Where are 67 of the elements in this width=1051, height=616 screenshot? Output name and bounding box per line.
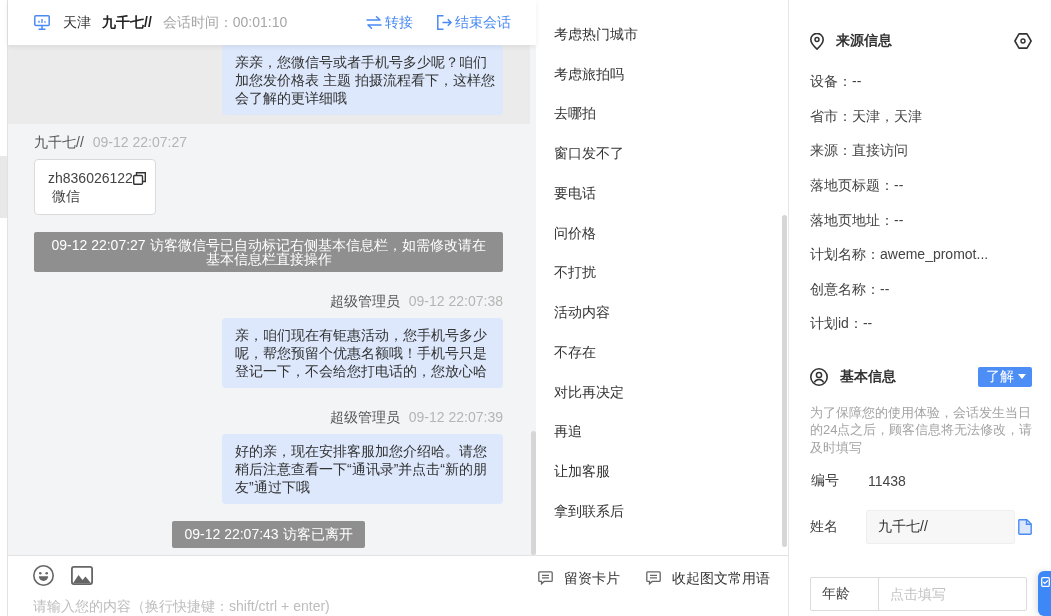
contact-type: 微信 [51, 187, 80, 205]
toolbar-button[interactable]: 收起图文常用语 [646, 568, 770, 588]
quick-reply-item[interactable]: 拿到联系后 [536, 492, 788, 532]
quick-reply-item[interactable]: 不打扰 [536, 253, 788, 294]
transfer-button[interactable]: 转接 [366, 13, 413, 32]
field-label: 编号 [811, 472, 840, 491]
floating-button[interactable] [1038, 571, 1051, 616]
speech-bubble-icon [538, 571, 553, 585]
scrollbar-thumb[interactable] [531, 431, 536, 555]
hexagon-icon[interactable] [1014, 33, 1032, 49]
scrollbar-thumb[interactable] [782, 215, 787, 547]
user-circle-icon [810, 367, 828, 386]
quick-reply-item[interactable]: 窗口发不了 [536, 134, 788, 174]
field-value: 11438 [868, 473, 906, 490]
caret-icon [1018, 374, 1026, 380]
visitor-name: 九千七// [102, 13, 152, 32]
section-title: 基本信息 [840, 367, 896, 386]
sender-name: 超级管理员 [329, 292, 400, 310]
info-row-text: 创意名称：-- [810, 280, 890, 299]
quick-reply-item[interactable]: 不存在 [536, 333, 788, 373]
speech-bubble-icon [646, 571, 661, 585]
document-icon[interactable] [1018, 519, 1032, 536]
info-row-text: 落地页地址：-- [810, 211, 904, 230]
message-bubble: 亲，咱们现在有钜惠活动，您手机号多少呢，帮您预留个优惠名额哦！手机号只是登记一下，不会给您打电话的，您放心哈 [222, 318, 503, 388]
info-row-text: 计划id：-- [810, 315, 873, 334]
contact-id: zh836026122 [48, 169, 133, 187]
emoji-icon[interactable] [33, 565, 54, 586]
info-notice: 为了保障您的使用体验，会话发生当日的24点之后，顾客信息将无法修改，请及时填写 [810, 403, 1034, 457]
transfer-icon [366, 16, 382, 29]
message-time: 09-12 22:07:39 [408, 408, 503, 426]
end-session-button[interactable]: 结束会话 [437, 13, 511, 32]
system-status: 09-12 22:07:43 访客已离开 [172, 521, 365, 548]
exit-icon [437, 15, 452, 30]
info-row-text: 来源：直接访问 [810, 142, 908, 161]
quick-reply-item[interactable]: 对比再决定 [536, 372, 788, 413]
toolbar-button[interactable]: 留资卡片 [538, 568, 620, 588]
sender-name: 九千七// [34, 133, 84, 151]
section-title: 来源信息 [836, 32, 892, 50]
info-row-text: 设备：-- [810, 73, 862, 92]
quick-reply-item[interactable]: 让加客服 [536, 452, 788, 492]
field-label: 年龄 [822, 585, 851, 604]
name-input[interactable]: 九千七// [866, 510, 1015, 545]
text-input[interactable]: 点击填写 [878, 577, 1027, 612]
copy-icon[interactable] [132, 171, 146, 185]
quick-reply-item[interactable]: 再追 [536, 412, 788, 453]
image-icon[interactable] [71, 566, 93, 585]
message-time: 09-12 22:07:38 [408, 292, 503, 310]
system-notice: 09-12 22:07:27 访客微信号已自动标记右侧基本信息栏，如需修改请在基本信息栏直接操作 [34, 232, 503, 272]
info-row-text: 落地页标题：-- [810, 177, 904, 196]
message-time: 09-12 22:07:27 [92, 133, 187, 151]
message-bubble: 好的亲，现在安排客服加您介绍哈。请您稍后注意查看一下“通讯录”并点击“新的朋友”通过下哦 [222, 434, 503, 504]
info-row-text: 省市：天津，天津 [810, 107, 922, 126]
quick-reply-item[interactable]: 活动内容 [536, 293, 788, 333]
info-row-text: 计划名称：aweme_promot... [810, 246, 989, 265]
location-pin-icon [810, 32, 824, 50]
quick-reply-item[interactable]: 要电话 [536, 174, 788, 214]
monitor-icon [34, 15, 50, 30]
field-label: 姓名 [810, 518, 839, 537]
quick-reply-item[interactable]: 考虑旅拍吗 [536, 54, 788, 95]
quick-reply-item[interactable]: 考虑热门城市 [536, 15, 788, 55]
quick-reply-item[interactable]: 去哪拍 [536, 94, 788, 135]
checkbox-icon [1041, 577, 1050, 587]
session-timer: 会话时间：00:01:10 [162, 13, 288, 32]
visitor-location: 天津 [63, 13, 91, 32]
quick-reply-item[interactable]: 问价格 [536, 213, 788, 254]
sender-name: 超级管理员 [329, 408, 400, 426]
message-bubble: 亲亲，您微信号或者手机号多少呢？咱们加您发价格表 主题 拍摄流程看下，这样您会了解的更详细哦 [222, 45, 503, 115]
